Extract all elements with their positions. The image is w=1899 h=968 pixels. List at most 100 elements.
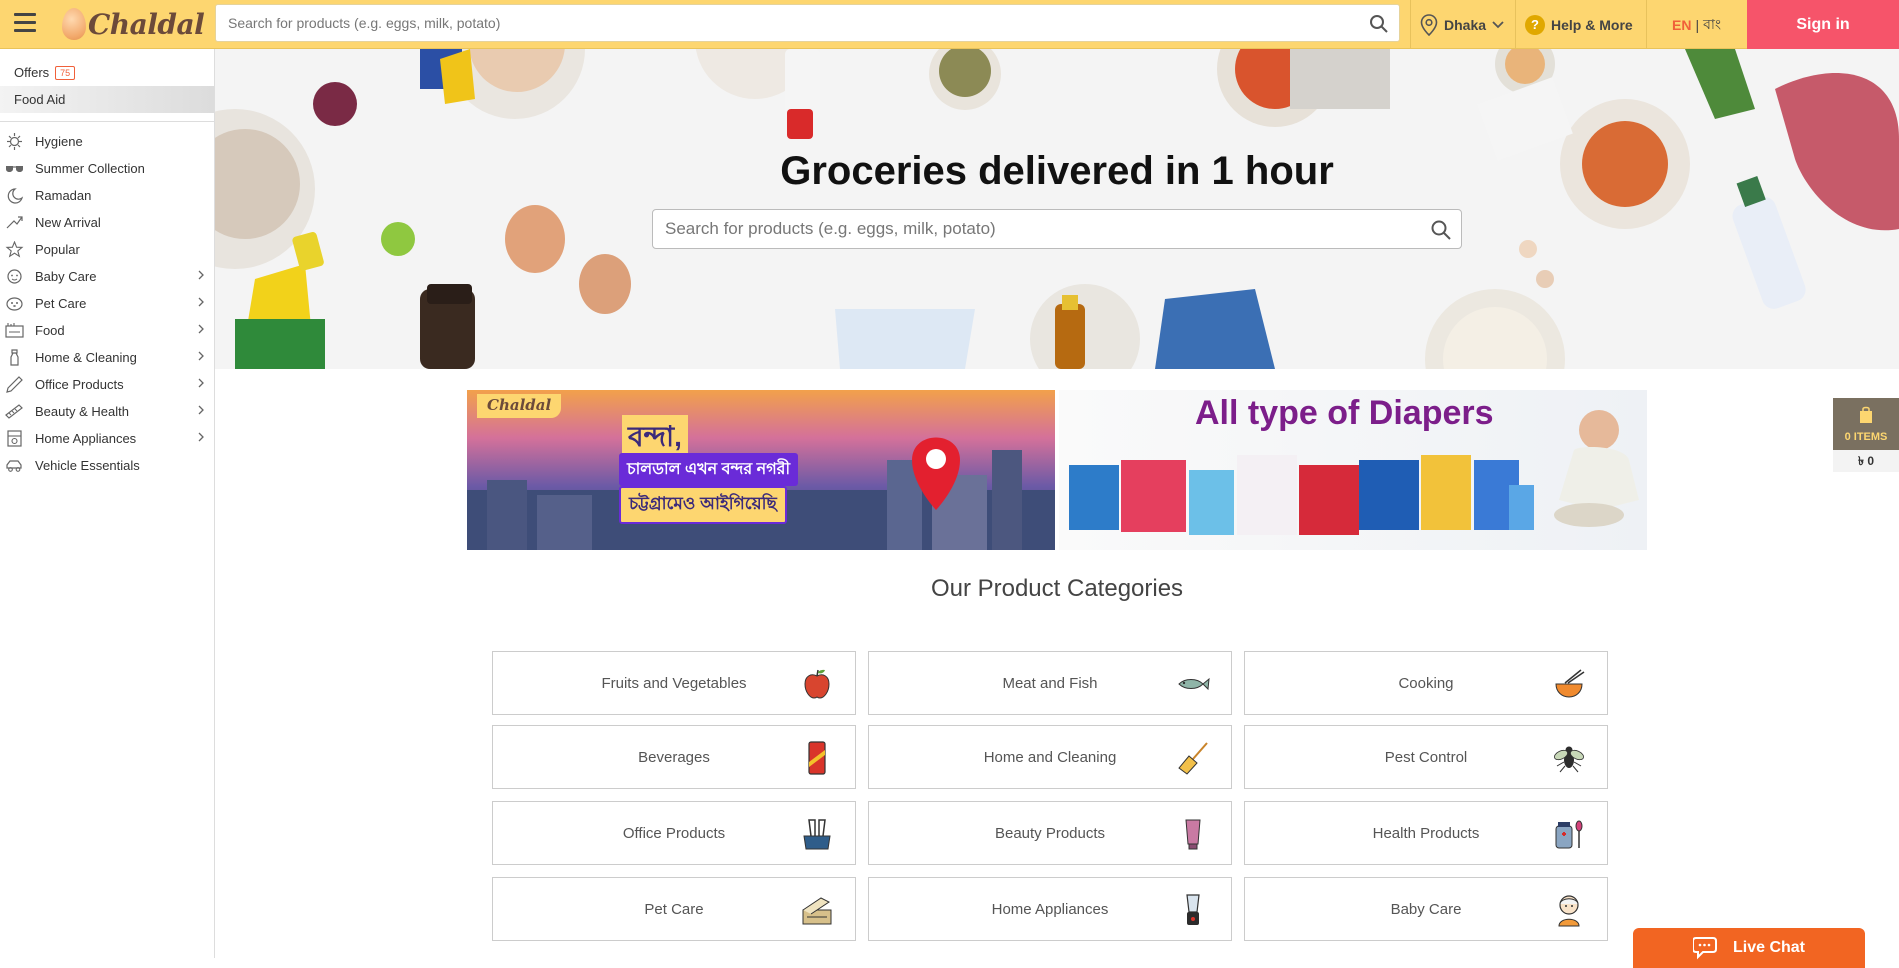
sidebar-item-label: Hygiene [35,134,83,149]
sidebar-item-food-aid[interactable]: Food Aid [0,86,214,113]
category-card-home-appliances[interactable]: Home Appliances [868,877,1232,941]
chevron-right-icon [198,405,204,415]
sidebar-item-popular[interactable]: Popular [0,236,214,263]
hero-search-bar [652,209,1462,249]
sidebar-item-summer-collection[interactable]: Summer Collection [0,155,214,182]
category-card-pet-care[interactable]: Pet Care [492,877,856,941]
sidebar-item-home-cleaning[interactable]: Home & Cleaning [0,344,214,371]
sidebar-item-label: Home & Cleaning [35,350,137,365]
cart-item-count: 0 ITEMS [1844,431,1888,443]
sidebar-item-ramadan[interactable]: Ramadan [0,182,214,209]
sidebar-item-label: Offers [14,65,50,80]
category-card-label: Meat and Fish [1002,674,1098,692]
new-arrival-icon [6,216,23,229]
pen-icon [6,376,23,393]
live-chat-button[interactable]: Live Chat [1633,928,1865,968]
sidebar-item-label: Home Appliances [35,431,137,446]
category-card-beauty-products[interactable]: Beauty Products [868,801,1232,865]
help-label: Help & More [1551,16,1633,33]
sidebar-item-home-appliances[interactable]: Home Appliances [0,425,214,452]
star-icon [5,241,24,258]
sidebar-item-label: Beauty & Health [35,404,129,419]
category-card-health-products[interactable]: Health Products [1244,801,1608,865]
banner-subline: চালডাল এখন বন্দর নগরী [619,453,799,486]
comb-icon [5,404,23,419]
help-and-more-button[interactable]: ? Help & More [1525,0,1633,49]
language-switch: EN | বাং [1672,0,1721,49]
currency-symbol: ৳ [1857,454,1864,468]
chaldal-logo[interactable]: Chaldal [62,4,205,44]
banner-subline-2: চট্টগ্রামেও আইগিয়েছি [619,486,787,524]
category-card-label: Beauty Products [994,824,1106,842]
hygiene-icon [7,133,22,150]
sidebar-item-food[interactable]: Food [0,317,214,344]
sidebar-item-label: Food [35,323,65,338]
category-card-pest-control[interactable]: Pest Control [1244,725,1608,789]
hero-banner: Groceries delivered in 1 hour [215,49,1899,369]
cleaning-icon [10,349,19,366]
sunglasses-icon [6,166,23,172]
question-mark-icon: ? [1525,14,1545,35]
cart-widget[interactable]: 0 ITEMS ৳ 0 [1833,398,1899,472]
category-card-home-cleaning[interactable]: Home and Cleaning [868,725,1232,789]
sidebar-item-hygiene[interactable]: Hygiene [0,128,214,155]
egg-logo-icon [62,8,86,40]
promo-banner-chittagong[interactable]: Chaldal বন্দা, চালডাল এখন বন্দর নগরী চট্… [467,390,1055,550]
category-card-label: Pest Control [1384,748,1468,766]
sidebar-item-label: Pet Care [35,296,87,311]
category-card-label: Cooking [1398,674,1454,692]
vehicle-icon [6,460,22,472]
chevron-right-icon [198,270,204,280]
medicine-icon [1555,820,1583,849]
chevron-right-icon [198,324,204,334]
category-card-beverages[interactable]: Beverages [492,725,856,789]
category-card-label: Baby Care [1390,900,1462,918]
search-icon[interactable] [1369,14,1389,34]
sidebar-item-office-products[interactable]: Office Products [0,371,214,398]
lang-en-button[interactable]: EN [1672,17,1691,33]
category-card-baby-care[interactable]: Baby Care [1244,877,1608,941]
category-card-cooking[interactable]: Cooking [1244,651,1608,715]
pet-food-icon [802,897,832,925]
sidebar-item-beauty-health[interactable]: Beauty & Health [0,398,214,425]
binder-clip-icon [803,819,831,850]
promo-banner-diapers[interactable]: All type of Diapers [1059,390,1647,550]
category-card-label: Home and Cleaning [983,748,1117,766]
sidebar-item-pet-care[interactable]: Pet Care [0,290,214,317]
category-card-label: Beverages [638,748,710,766]
hero-title: Groceries delivered in 1 hour [780,149,1334,193]
header-divider [1646,0,1647,49]
food-icon [5,323,24,338]
baby-care-icon [7,269,22,284]
search-icon[interactable] [1430,219,1452,241]
chevron-right-icon [198,378,204,388]
category-card-meat-fish[interactable]: Meat and Fish [868,651,1232,715]
sidebar-item-label: Food Aid [14,92,66,107]
offers-count-badge: 75 [55,65,76,80]
top-header: Chaldal Dhaka ? Help & More EN | বাং Sig… [0,0,1899,49]
fish-icon [1178,677,1210,691]
live-chat-label: Live Chat [1732,939,1805,956]
sidebar-item-baby-care[interactable]: Baby Care [0,263,214,290]
category-card-office-products[interactable]: Office Products [492,801,856,865]
chevron-right-icon [198,297,204,307]
lang-bn-button[interactable]: বাং [1703,13,1721,37]
sidebar-item-label: Office Products [35,377,124,392]
hero-search-input[interactable] [653,210,1461,248]
ramadan-icon [7,188,24,204]
hamburger-menu-icon[interactable] [14,13,36,35]
header-search-input[interactable] [216,5,1399,41]
category-card-fruits-vegetables[interactable]: Fruits and Vegetables [492,651,856,715]
sidebar-item-offers[interactable]: Offers 75 [0,59,214,86]
category-card-label: Office Products [622,824,726,842]
baby-icon [1558,895,1580,927]
chevron-down-icon [1492,20,1504,28]
sidebar-item-vehicle-essentials[interactable]: Vehicle Essentials [0,452,214,479]
sidebar-item-new-arrival[interactable]: New Arrival [0,209,214,236]
chevron-right-icon [198,351,204,361]
sign-in-button[interactable]: Sign in [1747,0,1899,49]
cart-amount: 0 [1867,454,1874,468]
location-selector[interactable]: Dhaka [1420,0,1504,49]
logo-text: Chaldal [88,7,205,41]
category-card-label: Fruits and Vegetables [601,674,747,692]
